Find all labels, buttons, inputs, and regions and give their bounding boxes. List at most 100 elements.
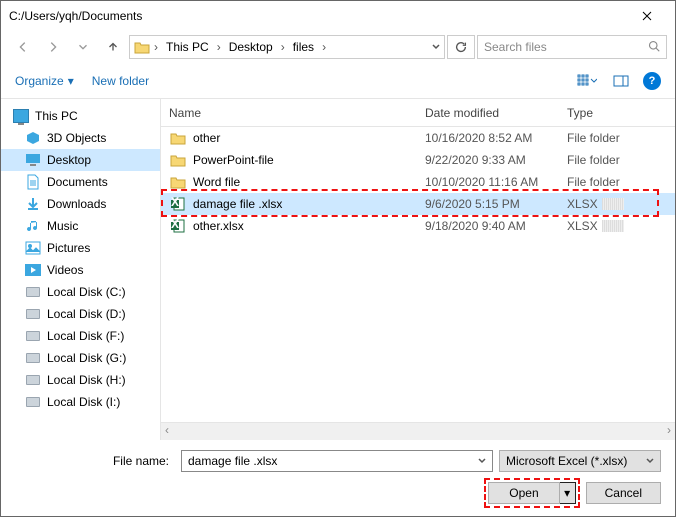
back-button[interactable]	[9, 35, 37, 59]
file-type-filter[interactable]: Microsoft Excel (*.xlsx)	[499, 450, 661, 472]
new-folder-button[interactable]: New folder	[92, 74, 149, 88]
column-name[interactable]: Name	[169, 106, 425, 120]
svg-text:X: X	[171, 219, 179, 231]
search-placeholder: Search files	[484, 40, 547, 54]
breadcrumb-seg-desktop[interactable]: Desktop	[225, 40, 277, 54]
tree-item[interactable]: Downloads	[1, 193, 160, 215]
chevron-down-icon	[646, 454, 654, 468]
tree-item[interactable]: Local Disk (I:)	[1, 391, 160, 413]
tree-item[interactable]: Music	[1, 215, 160, 237]
search-icon	[648, 40, 660, 55]
filename-input[interactable]: damage file .xlsx	[181, 450, 493, 472]
tree-item-label: Documents	[47, 175, 108, 189]
chevron-right-icon: ›	[279, 40, 287, 54]
open-dropdown[interactable]: ▾	[560, 482, 576, 504]
vids-icon	[25, 262, 41, 278]
navigation-tree[interactable]: This PC 3D Objects Desktop Documents Downlo…	[1, 99, 161, 440]
svg-text:X: X	[171, 197, 179, 209]
chevron-down-icon: ▾	[68, 74, 74, 88]
window-title: C:/Users/yqh/Documents	[9, 9, 142, 23]
tree-item[interactable]: Desktop	[1, 149, 160, 171]
breadcrumb-seg-files[interactable]: files	[289, 40, 318, 54]
dl-icon	[25, 196, 41, 212]
tree-root-this-pc[interactable]: This PC	[1, 105, 160, 127]
file-list[interactable]: other10/16/2020 8:52 AMFile folder Power…	[161, 127, 675, 422]
file-name: other.xlsx	[193, 219, 425, 233]
column-date[interactable]: Date modified	[425, 106, 567, 120]
file-row[interactable]: Word file10/10/2020 11:16 AMFile folder	[161, 171, 675, 193]
file-open-dialog: C:/Users/yqh/Documents › This PC › Deskt…	[0, 0, 676, 517]
tree-item[interactable]: 3D Objects	[1, 127, 160, 149]
tree-item-label: Local Disk (I:)	[47, 395, 120, 409]
filename-label: File name:	[15, 454, 175, 468]
xlsx-icon: X	[169, 218, 187, 234]
recent-dropdown[interactable]	[69, 35, 97, 59]
horizontal-scrollbar[interactable]	[161, 422, 675, 440]
close-button[interactable]	[627, 2, 667, 30]
folder-icon	[134, 39, 150, 55]
chevron-right-icon: ›	[320, 40, 328, 54]
help-button[interactable]: ?	[643, 72, 661, 90]
refresh-button[interactable]	[447, 35, 475, 59]
tree-item-label: Music	[47, 219, 78, 233]
tree-item-label: Videos	[47, 263, 83, 277]
file-type: File folder	[567, 131, 675, 145]
column-headers[interactable]: Name Date modified Type	[161, 99, 675, 127]
chevron-down-icon[interactable]	[478, 454, 486, 468]
file-date: 10/10/2020 11:16 AM	[425, 175, 567, 189]
tree-item[interactable]: Pictures	[1, 237, 160, 259]
breadcrumb-dropdown[interactable]	[432, 40, 440, 54]
tree-item-label: Local Disk (C:)	[47, 285, 126, 299]
tree-item[interactable]: Documents	[1, 171, 160, 193]
docs-icon	[25, 174, 41, 190]
desktop-icon	[25, 152, 41, 168]
tree-item[interactable]: Local Disk (H:)	[1, 369, 160, 391]
file-row[interactable]: PowerPoint-file9/22/2020 9:33 AMFile fol…	[161, 149, 675, 171]
tree-item[interactable]: Local Disk (F:)	[1, 325, 160, 347]
file-date: 10/16/2020 8:52 AM	[425, 131, 567, 145]
pics-icon	[25, 240, 41, 256]
file-type: File folder	[567, 153, 675, 167]
breadcrumb-bar[interactable]: › This PC › Desktop › files ›	[129, 35, 445, 59]
dialog-body: This PC 3D Objects Desktop Documents Downlo…	[1, 99, 675, 440]
breadcrumb-seg-this-pc[interactable]: This PC	[162, 40, 213, 54]
file-row[interactable]: Xdamage file .xlsx9/6/2020 5:15 PMXLSX	[161, 193, 675, 215]
tree-item-label: 3D Objects	[47, 131, 106, 145]
file-date: 9/18/2020 9:40 AM	[425, 219, 567, 233]
file-thumbnail	[602, 198, 624, 210]
this-pc-icon	[13, 108, 29, 124]
forward-button[interactable]	[39, 35, 67, 59]
file-row[interactable]: other10/16/2020 8:52 AMFile folder	[161, 127, 675, 149]
tree-item-label: Local Disk (F:)	[47, 329, 124, 343]
tree-item[interactable]: Local Disk (D:)	[1, 303, 160, 325]
disk-icon	[25, 350, 41, 366]
file-name: PowerPoint-file	[193, 153, 425, 167]
tree-item-label: Local Disk (H:)	[47, 373, 126, 387]
file-name: damage file .xlsx	[193, 197, 425, 211]
column-type[interactable]: Type	[567, 106, 675, 120]
view-options-button[interactable]	[575, 71, 599, 91]
toolbar: Organize ▾ New folder ?	[1, 63, 675, 99]
preview-pane-button[interactable]	[609, 71, 633, 91]
tree-item-label: Pictures	[47, 241, 90, 255]
chevron-right-icon: ›	[152, 40, 160, 54]
chevron-right-icon: ›	[215, 40, 223, 54]
up-button[interactable]	[99, 35, 127, 59]
nav-bar: › This PC › Desktop › files › Search fil…	[1, 31, 675, 63]
file-type: XLSX	[567, 197, 675, 211]
tree-item-label: Desktop	[47, 153, 91, 167]
organize-menu[interactable]: Organize ▾	[15, 74, 74, 88]
disk-icon	[25, 394, 41, 410]
file-row[interactable]: Xother.xlsx9/18/2020 9:40 AMXLSX	[161, 215, 675, 237]
file-type: File folder	[567, 175, 675, 189]
tree-item-label: Local Disk (D:)	[47, 307, 126, 321]
tree-item[interactable]: Local Disk (G:)	[1, 347, 160, 369]
file-date: 9/6/2020 5:15 PM	[425, 197, 567, 211]
tree-item[interactable]: Videos	[1, 259, 160, 281]
tree-item[interactable]: Local Disk (C:)	[1, 281, 160, 303]
cancel-button[interactable]: Cancel	[586, 482, 661, 504]
file-thumbnail	[602, 220, 624, 232]
search-input[interactable]: Search files	[477, 35, 667, 59]
open-button[interactable]: Open ▾	[488, 482, 575, 504]
dialog-footer: File name: damage file .xlsx Microsoft E…	[1, 440, 675, 516]
